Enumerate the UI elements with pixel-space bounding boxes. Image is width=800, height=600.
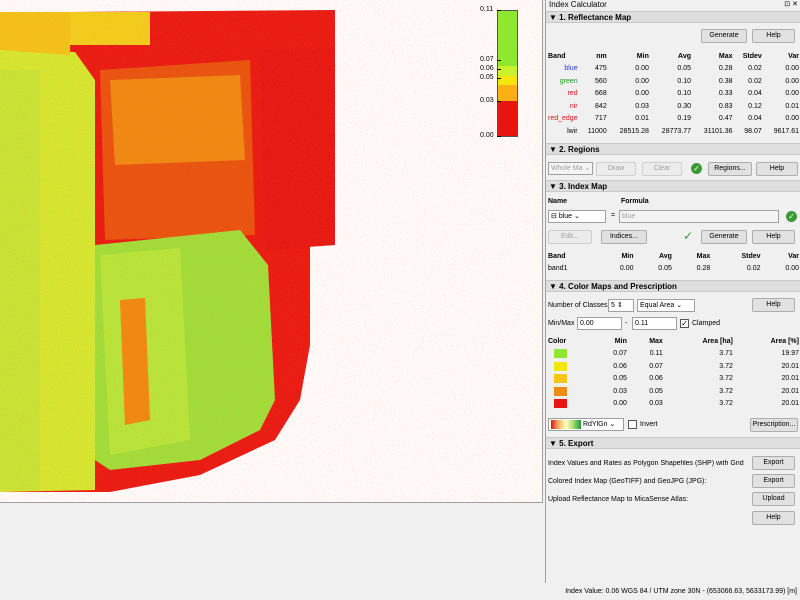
help-index-button[interactable]: Help	[752, 230, 795, 244]
help-reflectance-button[interactable]: Help	[752, 29, 795, 43]
panel-title: Index Calculator	[549, 0, 607, 9]
region-select[interactable]: Whole Ma ⌄	[548, 162, 593, 175]
section-regions[interactable]: ▼ 2. Regions	[546, 143, 800, 155]
status-bar: Index Value: 0.06 WGS 84 / UTM zone 30N …	[565, 588, 797, 595]
reflectance-table: Band nm Min Avg Max Stdev Var blue 475 0.0…	[546, 50, 800, 138]
table-row: blue 475 0.00 0.05 0.28 0.02 0.00	[564, 65, 799, 73]
panel-titlebar: Index Calculator ⊡ ✕	[546, 0, 800, 10]
close-icon[interactable]: ✕	[792, 1, 798, 8]
invert-label: Invert	[640, 421, 658, 428]
export-shapefile-label: Index Values and Rates as Polygon Shapef…	[548, 460, 746, 467]
table-row: 0.00 0.03 3.72 20.01	[546, 398, 800, 411]
edit-button[interactable]: Edit...	[548, 230, 592, 244]
checkmark-icon: ✓	[683, 229, 694, 243]
legend-tick: 0.06	[480, 65, 501, 72]
table-header: Color Min Max Area [ha] Area [%]	[548, 337, 799, 345]
table-row: green 560 0.00 0.10 0.38 0.02 0.00	[559, 77, 799, 85]
section-color-maps[interactable]: ▼ 4. Color Maps and Prescription	[546, 280, 800, 292]
section-index-map[interactable]: ▼ 3. Index Map	[546, 180, 800, 192]
color-swatch[interactable]	[554, 361, 567, 371]
index-calculator-panel: Index Calculator ⊡ ✕ ▼ 1. Reflectance Ma…	[545, 0, 800, 583]
section-reflectance-map[interactable]: ▼ 1. Reflectance Map	[546, 11, 800, 23]
regions-button[interactable]: Regions...	[708, 162, 752, 176]
table-row: band1 0.00 0.05 0.28 0.02 0.00	[548, 265, 799, 273]
minmax-dash: -	[625, 320, 628, 327]
color-swatch[interactable]	[554, 399, 567, 409]
color-ramp-select[interactable]: RdYlGn ⌄	[548, 418, 624, 431]
prescription-button[interactable]: Prescription...	[750, 418, 798, 432]
clear-button[interactable]: Clear	[642, 162, 682, 176]
equals-sign: =	[611, 212, 616, 219]
legend-tick: 0.11	[480, 6, 502, 13]
color-ramp-preview	[551, 419, 581, 429]
map-legend	[497, 10, 518, 137]
legend-class-4	[498, 84, 517, 101]
formula-input[interactable]: blue	[619, 210, 779, 223]
classes-label: Number of Classes	[548, 302, 608, 309]
upload-atlas-label: Upload Reflectance Map to MicaSense Atla…	[548, 496, 689, 503]
legend-tick: 0.03	[480, 97, 501, 104]
generate-index-button[interactable]: Generate	[701, 230, 747, 244]
classes-spinbox[interactable]: 5 ⇕	[608, 299, 634, 312]
ok-icon: ✓	[691, 163, 702, 174]
index-stats-table: Band Min Avg Max Stdev Var band1 0.00 0.…	[546, 250, 800, 275]
export-geotiff-button[interactable]: Export	[752, 474, 795, 488]
max-input[interactable]: 0.11	[632, 317, 677, 330]
legend-tick: 0.00	[480, 132, 501, 139]
legend-class-2	[498, 66, 517, 76]
legend-class-5	[498, 101, 517, 136]
invert-checkbox[interactable]	[628, 420, 637, 429]
minmax-label: Min/Max	[548, 320, 575, 327]
legend-tick: 0.07	[480, 56, 501, 63]
section-export[interactable]: ▼ 5. Export	[546, 437, 800, 449]
table-row: nir 842 0.03 0.30 0.83 0.12 0.01	[569, 102, 799, 110]
indices-button[interactable]: Indices...	[601, 230, 647, 244]
index-map-image	[0, 10, 542, 502]
formula-label: Formula	[621, 198, 649, 205]
color-classes-table: Color Min Max Area [ha] Area [%] 0.07 0.1…	[546, 335, 800, 410]
min-input[interactable]: 0.00	[577, 317, 622, 330]
float-icon[interactable]: ⊡	[784, 1, 790, 8]
export-shapefile-button[interactable]: Export	[752, 456, 795, 470]
map-canvas[interactable]: 0.11 0.07 0.06 0.05 0.03 0.00	[0, 0, 543, 503]
table-header: Band Min Avg Max Stdev Var	[548, 252, 799, 260]
table-row: red_edge 717 0.01 0.19 0.47 0.04 0.00	[548, 115, 799, 123]
formula-valid-icon: ✓	[786, 211, 797, 222]
upload-button[interactable]: Upload	[752, 492, 795, 506]
table-row: lwir 11000 28515.28 28773.77 31101.36 98.07 96…	[567, 127, 799, 135]
color-swatch[interactable]	[554, 374, 567, 384]
help-regions-button[interactable]: Help	[756, 162, 798, 176]
classification-method-select[interactable]: Equal Area ⌄	[637, 299, 695, 312]
table-row: 0.03 0.05 3.72 20.01	[546, 385, 800, 398]
draw-button[interactable]: Draw	[596, 162, 636, 176]
help-colormap-button[interactable]: Help	[752, 298, 795, 312]
table-row: red 668 0.00 0.10 0.33 0.04 0.00	[567, 90, 799, 98]
legend-class-1	[498, 11, 517, 66]
index-name-select[interactable]: ⊟ blue ⌄	[548, 210, 606, 223]
color-swatch[interactable]	[554, 386, 567, 396]
help-export-button[interactable]: Help	[752, 511, 795, 525]
name-label: Name	[548, 198, 568, 205]
table-row: 0.05 0.06 3.72 20.01	[546, 373, 800, 386]
legend-tick: 0.05	[480, 74, 501, 81]
table-header: Band nm Min Avg Max Stdev Var	[548, 52, 799, 60]
table-row: 0.06 0.07 3.72 20.01	[546, 360, 800, 373]
export-geotiff-label: Colored Index Map (GeoTIFF) and GeoJPG (…	[548, 478, 707, 485]
clamped-checkbox[interactable]: ✓	[680, 319, 689, 328]
color-swatch[interactable]	[554, 349, 567, 359]
clamped-label: Clamped	[692, 320, 721, 327]
generate-reflectance-button[interactable]: Generate	[701, 29, 747, 43]
table-row: 0.07 0.11 3.71 19.97	[546, 348, 800, 361]
